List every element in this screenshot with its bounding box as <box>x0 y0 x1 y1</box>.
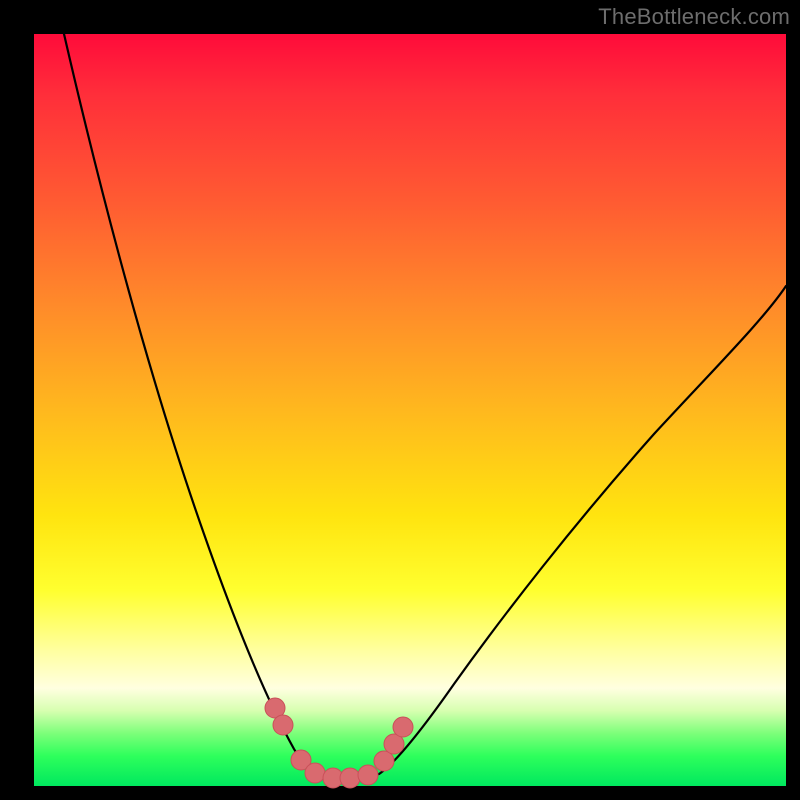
chart-frame: TheBottleneck.com <box>0 0 800 800</box>
marker-dot <box>340 768 360 788</box>
curve-left-branch <box>64 34 315 774</box>
marker-group <box>265 698 413 788</box>
marker-dot <box>305 763 325 783</box>
v-curve <box>34 34 786 786</box>
marker-dot <box>393 717 413 737</box>
marker-dot <box>273 715 293 735</box>
curve-right-branch <box>379 286 786 774</box>
plot-area <box>34 34 786 786</box>
watermark-text: TheBottleneck.com <box>598 4 790 30</box>
marker-dot <box>358 765 378 785</box>
